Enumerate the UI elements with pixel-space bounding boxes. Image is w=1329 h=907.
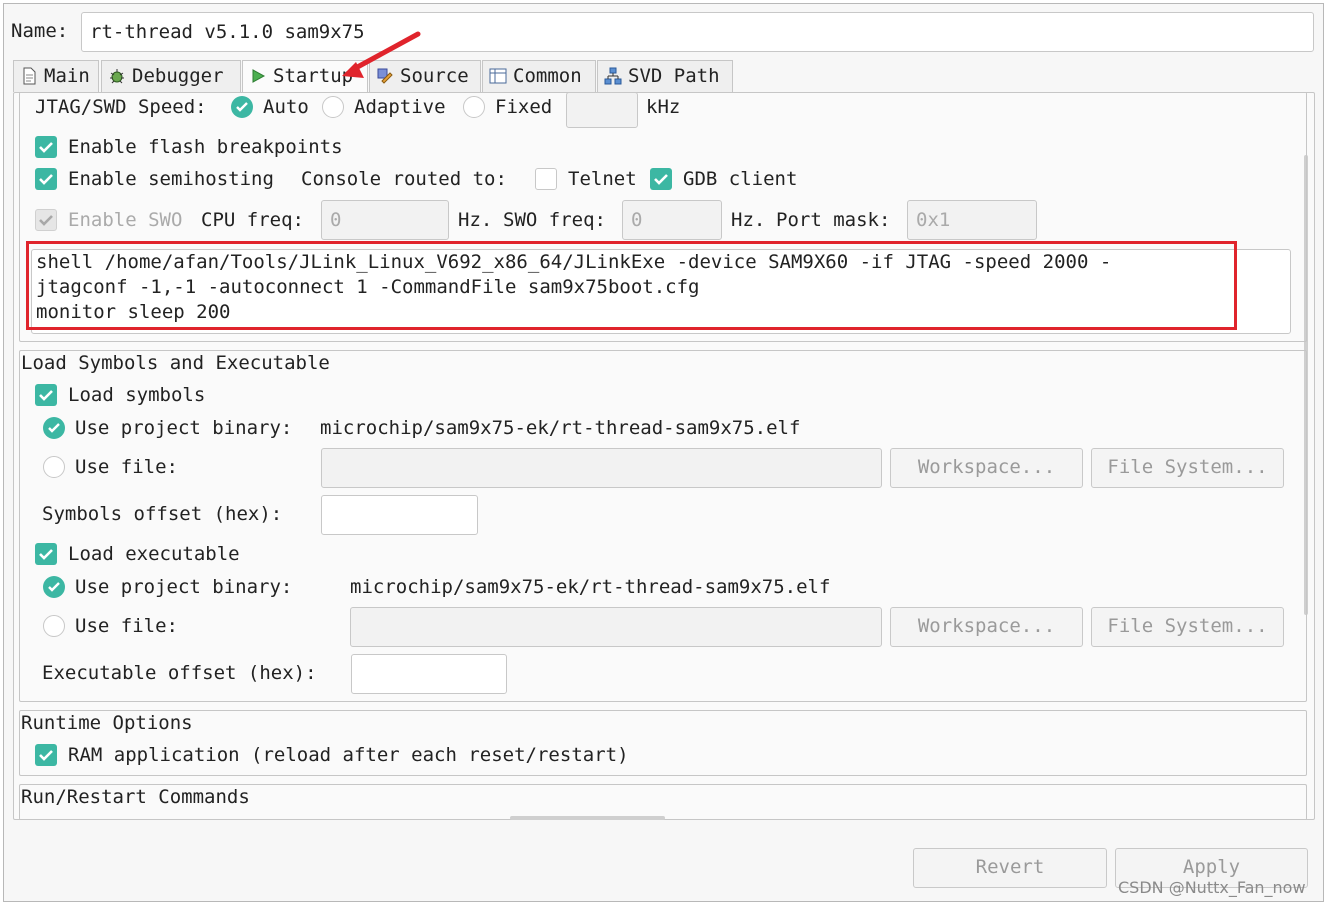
semihosting-label: Enable semihosting <box>68 168 274 190</box>
swo-checkbox[interactable] <box>35 209 57 231</box>
exec-project-binary-radio[interactable] <box>43 576 65 598</box>
ram-application-label: RAM application (reload after each reset… <box>68 744 629 766</box>
swo-freq-input[interactable]: 0 <box>622 200 722 240</box>
jtag-fixed-label: Fixed <box>495 96 553 118</box>
hz-label-2: Hz. <box>731 209 766 231</box>
tab-common[interactable]: Common <box>482 60 596 92</box>
run-restart-title: Run/Restart Commands <box>21 786 250 808</box>
jtag-auto-radio[interactable] <box>231 96 253 118</box>
exec-offset-input[interactable] <box>351 654 507 694</box>
jtag-speed-label: JTAG/SWD Speed: <box>35 96 207 118</box>
jtag-auto-label: Auto <box>263 96 309 118</box>
load-executable-checkbox[interactable] <box>35 543 57 565</box>
load-symbols-section <box>19 350 1307 702</box>
hz-label-1: Hz. <box>458 209 493 231</box>
tab-debugger[interactable]: Debugger <box>101 60 241 92</box>
tree-icon <box>604 67 622 85</box>
exec-project-binary-label: Use project binary: <box>75 576 293 598</box>
runtime-options-title: Runtime Options <box>21 712 193 734</box>
exec-binary-path: microchip/sam9x75-ek/rt-thread-sam9x75.e… <box>350 576 831 598</box>
red-highlight-box <box>26 241 1237 330</box>
tab-svd-path-label: SVD Path <box>628 65 720 87</box>
telnet-checkbox[interactable] <box>535 168 557 190</box>
exec-use-file-radio[interactable] <box>43 615 65 637</box>
check-icon <box>654 174 668 185</box>
port-mask-value: 0x1 <box>916 209 951 231</box>
revert-button[interactable]: Revert <box>913 848 1107 888</box>
symbols-use-file-label: Use file: <box>75 456 178 478</box>
tab-debugger-label: Debugger <box>132 65 224 87</box>
console-routed-label: Console routed to: <box>301 168 507 190</box>
flash-breakpoints-checkbox[interactable] <box>35 136 57 158</box>
tab-svd-path[interactable]: SVD Path <box>597 60 733 92</box>
check-icon <box>39 549 53 560</box>
check-icon <box>48 423 60 433</box>
flash-breakpoints-label: Enable flash breakpoints <box>68 136 343 158</box>
exec-offset-label: Executable offset (hex): <box>42 662 317 684</box>
symbols-file-input[interactable] <box>321 448 882 488</box>
play-icon <box>252 69 266 83</box>
gdb-client-checkbox[interactable] <box>650 168 672 190</box>
check-icon <box>236 102 248 112</box>
gdb-client-label: GDB client <box>683 168 798 190</box>
jtag-adaptive-label: Adaptive <box>354 96 446 118</box>
exec-file-input[interactable] <box>350 607 882 647</box>
symbols-offset-label: Symbols offset (hex): <box>42 503 283 525</box>
table-icon <box>489 68 507 84</box>
ram-application-checkbox[interactable] <box>35 744 57 766</box>
symbols-offset-input[interactable] <box>321 495 478 535</box>
check-icon <box>39 142 53 153</box>
watermark: CSDN @Nuttx_Fan_now <box>1118 878 1306 897</box>
cpu-freq-input[interactable]: 0 <box>321 200 449 240</box>
debugger-bug-icon <box>110 69 124 84</box>
swo-freq-value: 0 <box>631 209 643 231</box>
exec-use-file-label: Use file: <box>75 615 178 637</box>
cpu-freq-value: 0 <box>330 209 342 231</box>
check-icon <box>39 390 53 401</box>
symbols-project-binary-label: Use project binary: <box>75 417 293 439</box>
jtag-adaptive-radio[interactable] <box>322 96 344 118</box>
jtag-fixed-radio[interactable] <box>463 96 485 118</box>
exec-workspace-button[interactable]: Workspace... <box>890 607 1083 647</box>
symbols-use-file-radio[interactable] <box>43 456 65 478</box>
symbols-binary-path: microchip/sam9x75-ek/rt-thread-sam9x75.e… <box>320 417 801 439</box>
document-icon <box>23 67 36 85</box>
jtag-khz-label: kHz <box>646 96 681 118</box>
runtime-options-section <box>19 710 1307 776</box>
check-icon <box>48 582 60 592</box>
cpu-freq-label: CPU freq: <box>201 209 304 231</box>
horizontal-scrollbar[interactable] <box>510 816 665 820</box>
tab-main-label: Main <box>44 65 90 87</box>
jtag-fixed-speed-input[interactable] <box>566 92 638 128</box>
tab-main[interactable]: Main <box>13 60 99 92</box>
name-input[interactable]: rt-thread v5.1.0 sam9x75 <box>81 12 1314 52</box>
load-executable-label: Load executable <box>68 543 240 565</box>
telnet-label: Telnet <box>568 168 637 190</box>
red-arrow-annotation <box>342 31 421 78</box>
semihosting-checkbox[interactable] <box>35 168 57 190</box>
name-label: Name: <box>11 20 69 42</box>
load-symbols-checkbox[interactable] <box>35 384 57 406</box>
symbols-file-system-button[interactable]: File System... <box>1091 448 1284 488</box>
load-symbols-label: Load symbols <box>68 384 206 406</box>
load-section-title: Load Symbols and Executable <box>21 352 330 374</box>
symbols-project-binary-radio[interactable] <box>43 417 65 439</box>
symbols-workspace-button[interactable]: Workspace... <box>890 448 1083 488</box>
name-input-value: rt-thread v5.1.0 sam9x75 <box>90 21 365 43</box>
check-icon <box>39 215 53 226</box>
check-icon <box>39 174 53 185</box>
tab-common-label: Common <box>513 65 582 87</box>
port-mask-label: Port mask: <box>776 209 891 231</box>
swo-freq-label: SWO freq: <box>503 209 606 231</box>
port-mask-input[interactable]: 0x1 <box>907 200 1037 240</box>
swo-label: Enable SWO <box>68 209 183 231</box>
exec-file-system-button[interactable]: File System... <box>1091 607 1284 647</box>
check-icon <box>39 750 53 761</box>
